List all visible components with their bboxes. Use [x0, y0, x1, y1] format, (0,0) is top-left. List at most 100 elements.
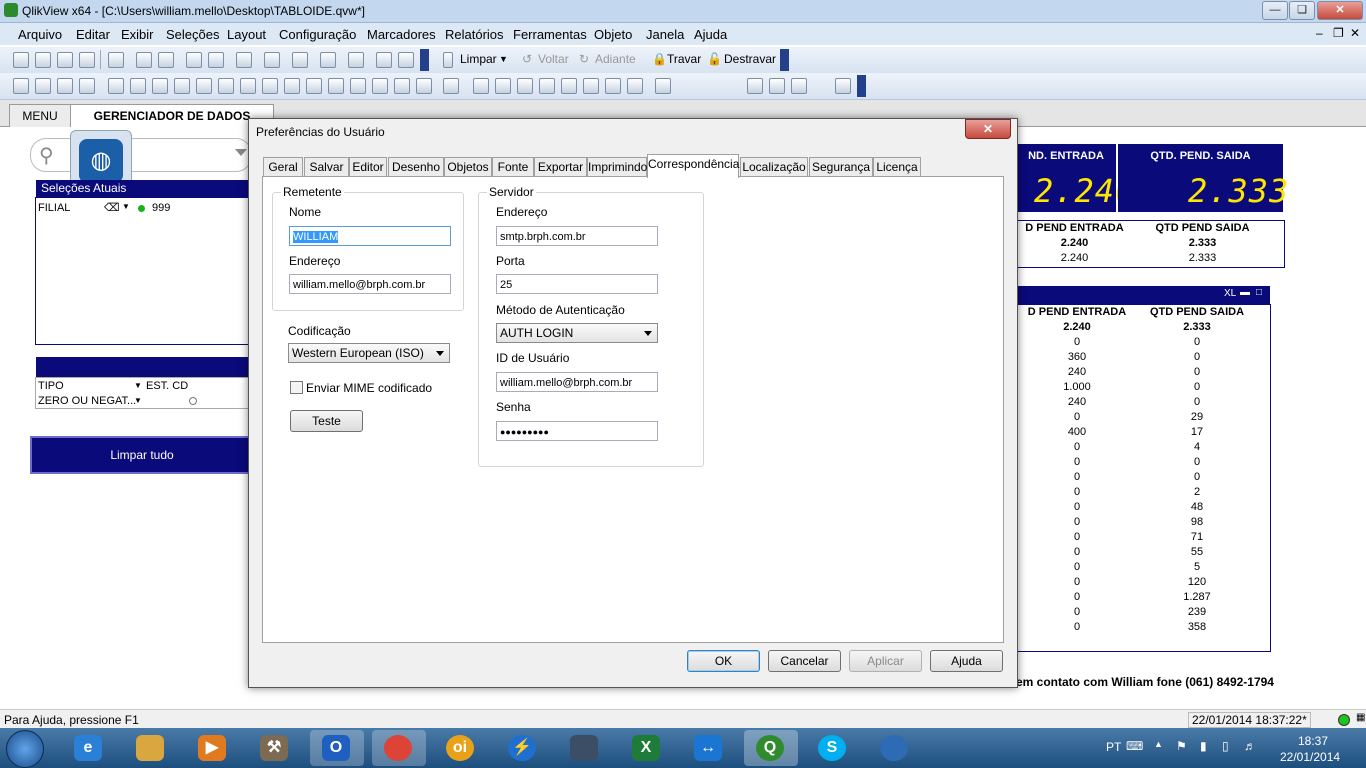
copy-format-icon[interactable]: [655, 78, 671, 94]
distribute-h-icon[interactable]: [605, 78, 621, 94]
taskbar-qlikview[interactable]: Q: [744, 730, 798, 766]
help-button[interactable]: Ajuda: [930, 650, 1003, 672]
move-sheet-left-icon[interactable]: [35, 78, 51, 94]
tray-clock-date[interactable]: 22/01/2014: [1280, 750, 1340, 764]
detail-header-saida[interactable]: QTD PEND SAIDA: [1137, 306, 1257, 318]
taskbar-ie[interactable]: e: [62, 730, 116, 766]
mime-label[interactable]: Enviar MIME codificado: [306, 381, 432, 395]
find-icon[interactable]: [236, 52, 252, 68]
toolbar-grip[interactable]: [857, 75, 866, 97]
menu-ajuda[interactable]: Ajuda: [694, 27, 727, 42]
tab-editor[interactable]: Editor: [349, 157, 387, 177]
limpar-button[interactable]: Limpar: [460, 52, 497, 66]
properties-icon[interactable]: [791, 78, 807, 94]
teste-button[interactable]: Teste: [290, 410, 363, 432]
align-right-icon[interactable]: [517, 78, 533, 94]
menu-relatorios[interactable]: Relatórios: [445, 27, 504, 42]
auth-select[interactable]: AUTH LOGIN: [496, 323, 658, 343]
battery-icon[interactable]: ▯: [1222, 739, 1229, 753]
chart-wizard-icon[interactable]: [292, 52, 308, 68]
taskbar-globe[interactable]: [868, 730, 922, 766]
bring-front-icon[interactable]: [747, 78, 763, 94]
field-tipo-value[interactable]: EST. CD: [146, 380, 188, 392]
edit-script-icon[interactable]: [136, 52, 152, 68]
menu-exibir[interactable]: Exibir: [121, 27, 154, 42]
reload-icon[interactable]: [57, 52, 73, 68]
listbox-icon[interactable]: [108, 78, 124, 94]
menu-janela[interactable]: Janela: [646, 27, 684, 42]
taskbar-excel[interactable]: X: [620, 730, 674, 766]
keyboard-icon[interactable]: ⌨: [1126, 739, 1143, 753]
tab-fonte[interactable]: Fonte: [492, 157, 534, 177]
sheet-props-icon[interactable]: [79, 78, 95, 94]
language-indicator[interactable]: PT: [1106, 740, 1121, 754]
menu-objeto[interactable]: Objeto: [594, 27, 632, 42]
menu-marcadores[interactable]: Marcadores: [367, 27, 436, 42]
destravar-button[interactable]: Destravar: [724, 52, 776, 66]
tab-salvar[interactable]: Salvar: [304, 157, 349, 177]
taskbar-media-player[interactable]: ▶: [186, 730, 240, 766]
ok-button[interactable]: OK: [687, 650, 760, 672]
nome-field[interactable]: WILLIAM: [289, 226, 451, 246]
toolbar-grip[interactable]: [420, 49, 429, 71]
report-icon[interactable]: [835, 78, 851, 94]
adiante-button[interactable]: Adiante: [595, 52, 636, 66]
custom-object-icon[interactable]: [416, 78, 432, 94]
taskbar-tools[interactable]: ⚒: [248, 730, 302, 766]
chevron-down-icon[interactable]: ▼: [134, 396, 142, 405]
mdi-close-icon[interactable]: ✕: [1350, 26, 1360, 40]
sheet-tab-menu[interactable]: MENU: [9, 104, 71, 127]
close-button[interactable]: ✕: [1317, 1, 1363, 20]
new-icon[interactable]: [13, 52, 29, 68]
clear-all-button[interactable]: Limpar tudo: [30, 436, 254, 474]
print-icon[interactable]: [108, 52, 124, 68]
voltar-button[interactable]: Voltar: [538, 52, 569, 66]
edit-icon[interactable]: [348, 52, 364, 68]
mdi-restore-icon[interactable]: ❐: [1333, 26, 1344, 40]
maximize-icon[interactable]: □: [1256, 287, 1262, 298]
tab-geral[interactable]: Geral: [263, 157, 303, 177]
cancel-button[interactable]: Cancelar: [768, 650, 841, 672]
menu-ferramentas[interactable]: Ferramentas: [513, 27, 587, 42]
help-icon[interactable]: [376, 52, 392, 68]
mime-checkbox[interactable]: [290, 381, 303, 394]
menu-editar[interactable]: Editar: [76, 27, 110, 42]
remetente-endereco-field[interactable]: william.mello@brph.com.br: [289, 274, 451, 294]
grid-icon[interactable]: [443, 78, 459, 94]
tab-seguranca[interactable]: Segurança: [809, 157, 873, 177]
maximize-button[interactable]: ❏: [1289, 1, 1315, 20]
current-selections-icon[interactable]: [240, 78, 256, 94]
sheet-props-icon[interactable]: [264, 52, 280, 68]
align-middle-icon[interactable]: [561, 78, 577, 94]
taskbar-network[interactable]: [558, 730, 612, 766]
taskbar-chrome[interactable]: [372, 730, 426, 766]
start-button[interactable]: [6, 730, 44, 768]
tab-imprimindo[interactable]: Imprimindo: [587, 157, 647, 177]
chevron-down-icon[interactable]: ▼: [134, 381, 142, 390]
context-help-icon[interactable]: [398, 52, 414, 68]
move-sheet-right-icon[interactable]: [57, 78, 73, 94]
eraser-icon[interactable]: ⌫: [104, 201, 120, 214]
sheet-tab-gerenciador[interactable]: GERENCIADOR DE DADOS: [70, 104, 274, 127]
text-object-icon[interactable]: [284, 78, 300, 94]
menu-arquivo[interactable]: Arquivo: [18, 27, 62, 42]
multibox-icon[interactable]: [152, 78, 168, 94]
limpar-icon[interactable]: [443, 52, 453, 68]
minimize-button[interactable]: —: [1262, 1, 1288, 20]
id-usuario-field[interactable]: william.mello@brph.com.br: [496, 372, 658, 392]
table-box-icon[interactable]: [174, 78, 190, 94]
chevron-down-icon[interactable]: [235, 149, 247, 156]
search-input[interactable]: ⚲: [30, 138, 252, 172]
apply-button[interactable]: Aplicar: [849, 650, 922, 672]
send-back-icon[interactable]: [769, 78, 785, 94]
undo-icon[interactable]: [186, 52, 202, 68]
align-left-icon[interactable]: [473, 78, 489, 94]
detail-header-entrada[interactable]: D PEND ENTRADA: [1017, 306, 1137, 318]
save-icon[interactable]: [79, 52, 95, 68]
menu-layout[interactable]: Layout: [227, 27, 266, 42]
taskbar-teamviewer[interactable]: ↔: [682, 730, 736, 766]
container-icon[interactable]: [394, 78, 410, 94]
open-icon[interactable]: [35, 52, 51, 68]
search-object-icon[interactable]: [372, 78, 388, 94]
chevron-down-icon[interactable]: ▼: [122, 202, 130, 211]
